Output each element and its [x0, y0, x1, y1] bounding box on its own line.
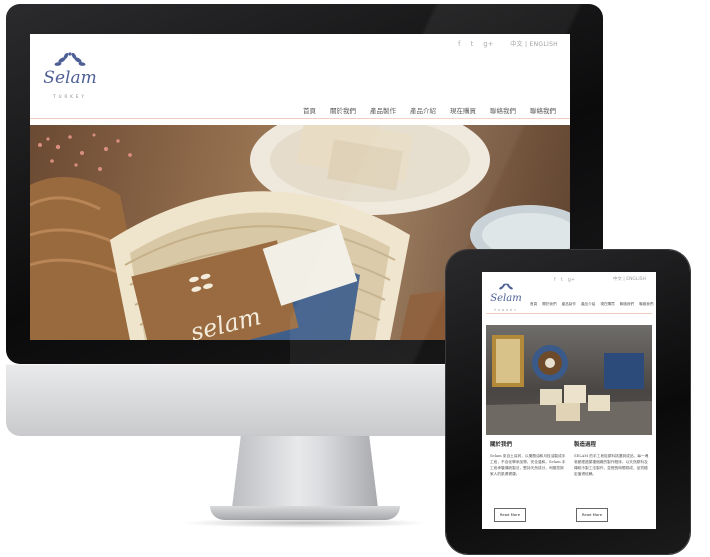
nav-production[interactable]: 產品製作	[562, 302, 576, 307]
desktop-social-links: f t g+	[458, 40, 494, 48]
nav-contact-2[interactable]: 聯絡我們	[639, 302, 653, 307]
process-heading: 製造過程	[574, 442, 597, 448]
tablet-about-column: 關於我們 Selam 來自土耳其，以橄欖油和月桂油製成手工皂，不含化學添加物，安…	[490, 440, 566, 477]
google-plus-icon[interactable]: g+	[568, 277, 575, 283]
nav-about[interactable]: 關於我們	[330, 105, 356, 115]
about-text: Selam 來自土耳其，以橄欖油和月桂油製成手工皂，不含化學添加物，安全溫和。S…	[490, 454, 566, 476]
tablet-logo-wordmark: Selam	[490, 293, 522, 304]
tablet-main-nav: 首頁 關於我們 產品製作 產品介紹 現在購買 聯絡我們 聯絡我們	[530, 302, 653, 307]
tablet-language-switcher[interactable]: 中文 | ENGLISH	[613, 276, 646, 282]
facebook-icon[interactable]: f	[554, 277, 556, 283]
logo-subtitle: TURKEY	[53, 94, 87, 99]
nav-contact[interactable]: 聯絡我們	[490, 105, 516, 115]
tablet-hero-image	[486, 325, 652, 435]
nav-buy-now[interactable]: 現在購買	[450, 105, 476, 115]
tablet-logo-subtitle: TURKEY	[494, 308, 518, 312]
nav-buy-now[interactable]: 現在購買	[600, 302, 614, 307]
google-plus-icon[interactable]: g+	[483, 40, 493, 48]
nav-divider	[30, 118, 570, 119]
desktop-monitor-shadow	[180, 518, 430, 528]
facebook-icon[interactable]: f	[458, 40, 460, 48]
tablet-site-logo[interactable]: Selam TURKEY	[488, 282, 524, 316]
desktop-monitor-stand	[232, 436, 378, 508]
logo-wordmark: Selam	[43, 68, 97, 88]
about-read-more-button[interactable]: Read More	[494, 508, 526, 522]
tablet-process-column: 製造過程 SELAM 的手工皂從原料挑選到成品，每一塊皂都經過繁複細緻的製作程序…	[574, 440, 650, 477]
nav-home[interactable]: 首頁	[530, 302, 537, 307]
twitter-icon[interactable]: t	[561, 277, 563, 283]
nav-production[interactable]: 產品製作	[370, 105, 396, 115]
process-read-more-button[interactable]: Read More	[576, 508, 608, 522]
tablet-screen: f t g+ 中文 | ENGLISH Selam TURKEY 首頁 關於我們…	[482, 272, 656, 529]
nav-products[interactable]: 產品介紹	[410, 105, 436, 115]
nav-contact[interactable]: 聯絡我們	[620, 302, 634, 307]
desktop-main-nav: 首頁 關於我們 產品製作 產品介紹 現在購買 聯絡我們 聯絡我們	[303, 105, 556, 115]
site-logo[interactable]: Selam TURKEY	[40, 48, 100, 108]
tablet-hero-photo-illustration	[486, 335, 652, 435]
twitter-icon[interactable]: t	[470, 40, 473, 48]
tablet-social-links: f t g+	[554, 277, 575, 283]
nav-about[interactable]: 關於我們	[542, 302, 556, 307]
tablet-nav-divider	[486, 313, 652, 314]
language-switcher[interactable]: 中文 | ENGLISH	[510, 39, 558, 48]
process-text: SELAM 的手工皂從原料挑選到成品，每一塊皂都經過繁複細緻的製作程序，以天然原…	[574, 454, 649, 476]
nav-contact-2[interactable]: 聯絡我們	[530, 105, 556, 115]
about-heading: 關於我們	[490, 442, 513, 448]
nav-home[interactable]: 首頁	[303, 105, 316, 115]
nav-products[interactable]: 產品介紹	[581, 302, 595, 307]
